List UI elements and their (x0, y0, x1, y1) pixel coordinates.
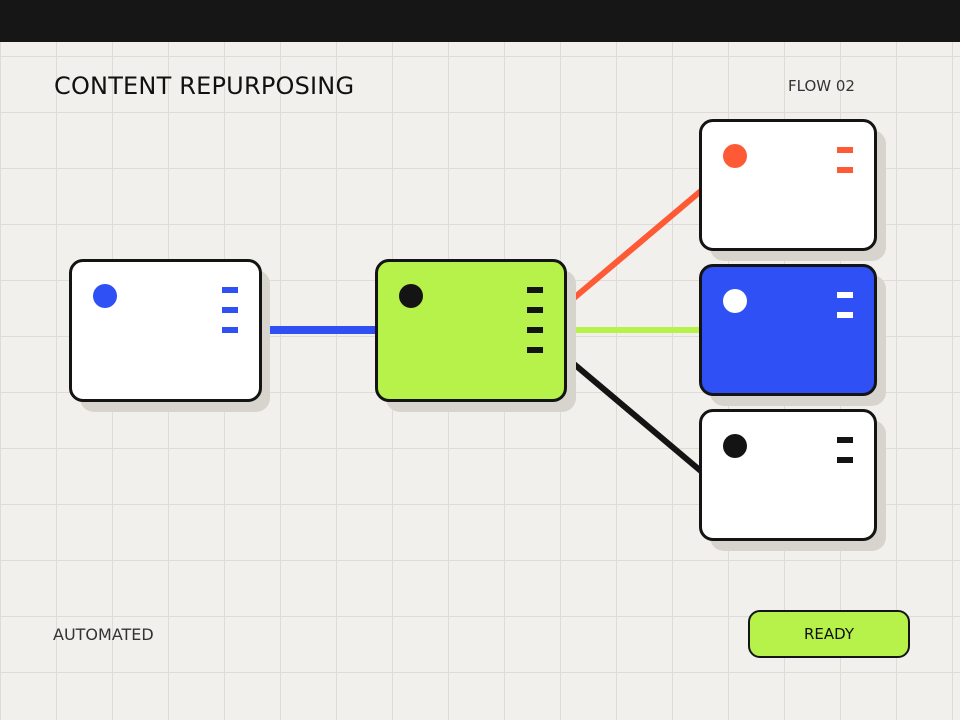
node-processor-dot (399, 284, 423, 308)
node-source-handle-2 (222, 307, 238, 313)
node-processor-handle-1 (527, 287, 543, 293)
edge-processor-to-output-orange (572, 187, 704, 301)
node-output-orange-handle-2 (837, 167, 853, 173)
node-output-black-handle-1 (837, 437, 853, 443)
node-output-black[interactable] (699, 409, 877, 541)
edge-processor-to-output-black (572, 361, 704, 475)
node-source-handle-3 (222, 327, 238, 333)
node-processor-handle-2 (527, 307, 543, 313)
node-processor-handle-4 (527, 347, 543, 353)
node-output-blue[interactable] (699, 264, 877, 396)
ready-button[interactable]: READY (748, 610, 910, 658)
node-source-handle-1 (222, 287, 238, 293)
node-output-orange[interactable] (699, 119, 877, 251)
node-output-blue-handle-2 (837, 312, 853, 318)
node-source[interactable] (69, 259, 262, 402)
node-processor[interactable] (375, 259, 567, 402)
node-output-blue-dot (723, 289, 747, 313)
node-output-orange-dot (723, 144, 747, 168)
node-processor-handle-3 (527, 327, 543, 333)
automated-label: AUTOMATED (53, 625, 154, 644)
node-output-black-dot (723, 434, 747, 458)
node-output-orange-handle-1 (837, 147, 853, 153)
node-source-dot (93, 284, 117, 308)
node-output-black-handle-2 (837, 457, 853, 463)
node-output-blue-handle-1 (837, 292, 853, 298)
